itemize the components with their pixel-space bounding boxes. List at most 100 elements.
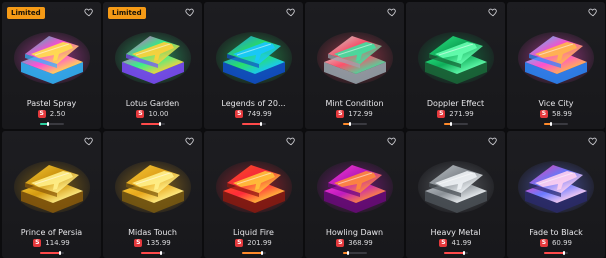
case-image bbox=[417, 153, 495, 215]
coin-s-icon: S bbox=[235, 110, 244, 118]
heart-icon[interactable] bbox=[387, 7, 397, 17]
case-card[interactable]: Doppler Effect S 271.99 bbox=[406, 2, 505, 129]
rarity-bar-marker bbox=[348, 122, 351, 126]
case-image bbox=[517, 24, 595, 86]
case-grid: Limited Pastel Spray S 2.50 Limited Lotu… bbox=[0, 0, 606, 258]
heart-icon[interactable] bbox=[84, 136, 94, 146]
case-image bbox=[215, 24, 293, 86]
rarity-bar-marker bbox=[449, 122, 452, 126]
case-card[interactable]: Mint Condition S 172.99 bbox=[305, 2, 404, 129]
heart-icon[interactable] bbox=[488, 7, 498, 17]
rarity-bar-fill bbox=[140, 123, 160, 125]
rarity-bar-marker bbox=[58, 251, 61, 255]
limited-badge: Limited bbox=[108, 7, 146, 19]
case-price: 114.99 bbox=[45, 239, 70, 247]
rarity-bar bbox=[443, 251, 468, 255]
case-name: Heavy Metal bbox=[430, 228, 481, 237]
coin-s-icon: S bbox=[336, 239, 345, 247]
case-price: 368.99 bbox=[348, 239, 373, 247]
coin-s-icon: S bbox=[439, 239, 448, 247]
case-image bbox=[417, 24, 495, 86]
rarity-bar-marker bbox=[158, 122, 161, 126]
case-price: 135.99 bbox=[146, 239, 171, 247]
case-image bbox=[13, 153, 91, 215]
case-name: Prince of Persia bbox=[20, 228, 83, 237]
case-name: Midas Touch bbox=[128, 228, 177, 237]
rarity-bar-marker bbox=[462, 251, 465, 255]
case-price: 749.99 bbox=[247, 110, 272, 118]
case-image bbox=[13, 24, 91, 86]
heart-icon[interactable] bbox=[185, 136, 195, 146]
coin-s-icon: S bbox=[37, 110, 46, 118]
coin-s-icon: S bbox=[539, 239, 548, 247]
rarity-bar bbox=[342, 251, 367, 255]
rarity-bar-fill bbox=[544, 252, 564, 254]
case-price: 60.99 bbox=[551, 239, 573, 247]
rarity-bar-marker bbox=[346, 251, 349, 255]
heart-icon[interactable] bbox=[387, 136, 397, 146]
rarity-bar bbox=[544, 122, 568, 126]
heart-icon[interactable] bbox=[286, 136, 296, 146]
rarity-bar-marker bbox=[260, 251, 263, 255]
coin-s-icon: S bbox=[539, 110, 548, 118]
case-card[interactable]: Prince of Persia S 114.99 bbox=[2, 131, 101, 258]
heart-icon[interactable] bbox=[185, 7, 195, 17]
heart-icon[interactable] bbox=[286, 7, 296, 17]
case-card[interactable]: Liquid Fire S 201.99 bbox=[204, 131, 303, 258]
rarity-bar-marker bbox=[550, 122, 552, 126]
price-row: S 172.99 bbox=[305, 110, 404, 118]
case-name: Howling Dawn bbox=[325, 228, 384, 237]
heart-icon[interactable] bbox=[588, 136, 598, 146]
case-image bbox=[114, 24, 192, 86]
case-card[interactable]: Midas Touch S 135.99 bbox=[103, 131, 202, 258]
price-row: S 749.99 bbox=[204, 110, 303, 118]
heart-icon[interactable] bbox=[84, 7, 94, 17]
case-card[interactable]: Legends of 20... S 749.99 bbox=[204, 2, 303, 129]
coin-s-icon: S bbox=[235, 239, 244, 247]
rarity-bar bbox=[342, 122, 367, 126]
price-row: S 41.99 bbox=[406, 239, 505, 247]
case-price: 271.99 bbox=[449, 110, 474, 118]
rarity-bar bbox=[544, 251, 568, 255]
price-row: S 60.99 bbox=[507, 239, 605, 247]
case-card[interactable]: Limited bbox=[103, 2, 202, 129]
rarity-bar bbox=[241, 122, 266, 126]
case-price: 2.50 bbox=[49, 110, 66, 118]
heart-icon[interactable] bbox=[588, 7, 598, 17]
case-card[interactable]: Howling Dawn S 368.99 bbox=[305, 131, 404, 258]
case-card[interactable]: Vice City S 58.99 bbox=[507, 2, 605, 129]
limited-badge: Limited bbox=[7, 7, 45, 19]
rarity-bar bbox=[443, 122, 468, 126]
rarity-bar bbox=[140, 251, 165, 255]
case-name: Lotus Garden bbox=[125, 99, 180, 108]
case-card[interactable]: Fade to Black S 60.99 bbox=[507, 131, 605, 258]
rarity-bar-fill bbox=[241, 123, 261, 125]
case-image bbox=[517, 153, 595, 215]
coin-s-icon: S bbox=[134, 239, 143, 247]
case-name: Liquid Fire bbox=[233, 228, 274, 237]
price-row: S 114.99 bbox=[2, 239, 101, 247]
price-row: S 10.00 bbox=[103, 110, 202, 118]
case-price: 41.99 bbox=[451, 239, 472, 247]
rarity-bar bbox=[241, 251, 266, 255]
price-row: S 2.50 bbox=[2, 110, 101, 118]
case-price: 201.99 bbox=[247, 239, 272, 247]
case-name: Doppler Effect bbox=[426, 99, 485, 108]
case-name: Vice City bbox=[538, 99, 574, 108]
rarity-bar-marker bbox=[46, 122, 49, 126]
rarity-bar-marker bbox=[259, 122, 262, 126]
heart-icon[interactable] bbox=[488, 136, 498, 146]
case-price: 10.00 bbox=[148, 110, 169, 118]
price-row: S 201.99 bbox=[204, 239, 303, 247]
rarity-bar bbox=[140, 122, 165, 126]
case-card[interactable]: Heavy Metal S 41.99 bbox=[406, 131, 505, 258]
coin-s-icon: S bbox=[33, 239, 42, 247]
case-name: Legends of 20... bbox=[221, 99, 286, 108]
rarity-bar-fill bbox=[241, 252, 262, 254]
case-name: Fade to Black bbox=[529, 228, 583, 237]
case-card[interactable]: Limited bbox=[2, 2, 101, 129]
case-image bbox=[215, 153, 293, 215]
rarity-bar-fill bbox=[443, 252, 464, 254]
coin-s-icon: S bbox=[437, 110, 446, 118]
coin-s-icon: S bbox=[136, 110, 145, 118]
